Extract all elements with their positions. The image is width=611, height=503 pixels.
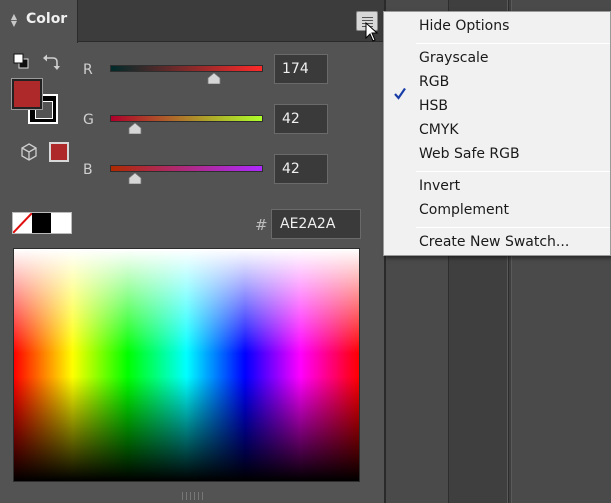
g-value-field[interactable]: 42 [274, 104, 328, 134]
r-value-field[interactable]: 174 [274, 54, 328, 84]
panel-resize-grip[interactable] [178, 492, 208, 500]
channel-label-r: R [83, 62, 93, 78]
b-value-field[interactable]: 42 [274, 154, 328, 184]
out-of-gamut-cube-icon[interactable] [20, 143, 38, 161]
color-panel: ▲ ▼ Color R 174 G 42 B 42 # AE2A2A [0, 0, 386, 503]
none-swatch[interactable] [13, 213, 32, 233]
menu-item-complement[interactable]: Complement [419, 202, 509, 218]
closest-web-color-swatch[interactable] [49, 142, 69, 162]
tab-color[interactable]: ▲ ▼ Color [0, 0, 78, 43]
black-swatch[interactable] [32, 213, 51, 233]
b-slider-thumb[interactable] [128, 173, 142, 184]
channel-label-g: G [83, 112, 94, 128]
menu-item-hide-options[interactable]: Hide Options [419, 18, 509, 34]
panel-options-menu: Hide Options Grayscale RGB HSB CMYK Web … [383, 11, 611, 256]
g-slider-thumb[interactable] [128, 123, 142, 134]
color-spectrum-ramp[interactable] [13, 248, 360, 482]
g-slider-track[interactable] [110, 115, 263, 122]
menu-item-hsb[interactable]: HSB [419, 98, 448, 114]
menu-separator [416, 171, 610, 172]
menu-item-create-new-swatch[interactable]: Create New Swatch... [419, 234, 569, 250]
quick-swatches [12, 212, 72, 234]
mouse-pointer-icon [365, 22, 379, 42]
r-slider-track[interactable] [110, 65, 263, 72]
panel-title: Color [26, 11, 68, 27]
r-slider-thumb[interactable] [207, 73, 221, 84]
b-slider-track[interactable] [110, 165, 263, 172]
menu-item-invert[interactable]: Invert [419, 178, 460, 194]
swap-fill-stroke-icon[interactable] [42, 53, 60, 71]
checkmark-icon [394, 87, 406, 100]
fill-color-box[interactable] [11, 78, 43, 110]
collapse-arrows-icon[interactable]: ▲ ▼ [9, 13, 19, 29]
menu-item-grayscale[interactable]: Grayscale [419, 50, 489, 66]
menu-separator [416, 43, 610, 44]
white-swatch[interactable] [51, 213, 71, 233]
menu-item-web-safe-rgb[interactable]: Web Safe RGB [419, 146, 520, 162]
menu-separator [416, 227, 610, 228]
menu-item-cmyk[interactable]: CMYK [419, 122, 459, 138]
hex-prefix: # [255, 216, 268, 234]
channel-label-b: B [83, 162, 93, 178]
hex-value-field[interactable]: AE2A2A [271, 209, 361, 239]
menu-item-rgb[interactable]: RGB [419, 74, 449, 90]
default-fill-stroke-icon[interactable] [13, 53, 29, 69]
